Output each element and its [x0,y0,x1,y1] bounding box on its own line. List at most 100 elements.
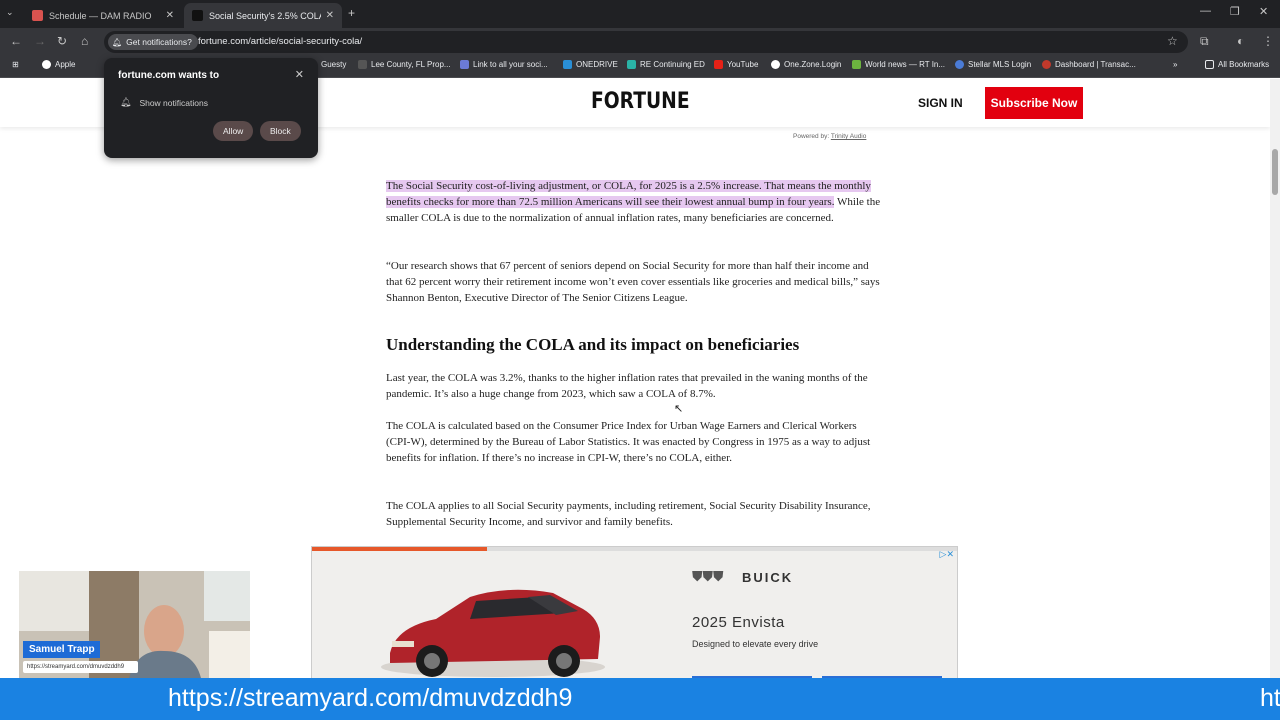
ad-brand: BUICK [742,570,794,585]
article-paragraph: Last year, the COLA was 3.2%, thanks to … [386,372,868,400]
banner-text-repeat: ht [1260,684,1280,712]
notification-chip-label: Get notifications? [126,37,192,47]
bookmark-apple[interactable]: Apple [42,60,75,69]
bookmark-youtube[interactable]: YouTube [714,60,758,69]
presenter-url-tag: https://streamyard.com/dmuvdzddh9 [23,661,138,673]
all-bookmarks[interactable]: All Bookmarks [1205,60,1269,69]
close-tab-icon[interactable]: ✕ [326,10,334,21]
dam-radio-favicon-icon [32,10,43,21]
rt-icon [852,60,861,69]
bookmark-re-continuing[interactable]: RE Continuing ED [627,60,705,69]
subscribe-button[interactable]: Subscribe Now [985,87,1083,119]
bookmark-label: One.Zone.Login [784,60,842,69]
allow-button[interactable]: Allow [213,121,254,141]
bookmark-label: Stellar MLS Login [968,60,1032,69]
permission-row: 🔔︎ Show notifications [120,97,208,108]
article-paragraph: The COLA is calculated based on the Cons… [386,420,871,464]
scrollbar-thumb[interactable] [1272,149,1278,195]
notification-permission-popup: fortune.com wants to ✕ 🔔︎ Show notificat… [104,58,318,158]
ad-tagline: Designed to elevate every drive [692,639,819,649]
red-car-image [381,589,605,677]
sign-in-link[interactable]: SIGN IN [918,96,963,110]
section-heading: Understanding the COLA and its impact on… [386,335,800,354]
bookmark-label: YouTube [727,60,759,69]
bookmark-link[interactable]: Link to all your soci... [460,60,548,69]
minimize-icon[interactable]: — [1200,5,1211,17]
ad-progress-bar [312,547,957,551]
powered-by-label: Powered by: [793,133,830,140]
bookmark-label: Apple [55,60,76,69]
back-icon[interactable]: ← [10,34,22,48]
article-paragraph: The Social Security cost-of-living adjus… [386,178,881,226]
bell-icon: 🔔︎ [120,97,132,107]
new-tab-button[interactable]: + [348,6,355,20]
buick-advertisement[interactable]: ▷✕ ⛊⛊⛊ BUICK 2025 Envista Designed to el… [311,546,958,679]
apple-icon [42,60,51,69]
bookmark-label: Link to all your soci... [473,60,548,69]
bookmark-stellar[interactable]: Stellar MLS Login [955,60,1031,69]
tab-title: Schedule — DAM RADIO [49,10,152,21]
banner-text: https://streamyard.com/dmuvdzddh9 [168,684,573,712]
link-icon [460,60,469,69]
tab-strip: ⌄ Schedule — DAM RADIO ✕ Social Security… [0,0,1280,28]
home-icon[interactable]: ⌂ [81,34,88,48]
browser-toolbar: ← → ↻ ⌂ 🔔︎ Get notifications? fortune.co… [0,28,1280,56]
profile-icon[interactable]: ◐ [1237,34,1244,48]
bookmark-star-icon[interactable]: ☆ [1167,34,1178,48]
stream-url-banner: https://streamyard.com/dmuvdzddh9 ht [0,678,1280,720]
bookmark-label: RE Continuing ED [640,60,705,69]
article-paragraph: The COLA applies to all Social Security … [386,500,871,528]
bookmark-label: Lee County, FL Prop... [371,60,451,69]
block-button[interactable]: Block [260,121,301,141]
fortune-logo[interactable]: FORTUNE [591,89,690,114]
apps-grid-icon[interactable]: ⊞ [12,60,19,69]
popup-title: fortune.com wants to [118,70,220,81]
tab-schedule[interactable]: Schedule — DAM RADIO ✕ [24,3,182,28]
highlighted-text: The Social Security cost-of-living adjus… [386,180,871,208]
close-tab-icon[interactable]: ✕ [166,10,174,21]
more-bookmarks-icon[interactable]: » [1173,60,1177,69]
bookmark-rt[interactable]: World news — RT In... [852,60,945,69]
onedrive-icon [563,60,572,69]
tab-title: Social Security's 2.5% COLA inc [209,10,321,21]
youtube-icon [714,60,723,69]
lee-county-icon [358,60,367,69]
onezone-icon [771,60,780,69]
bookmark-label: World news — RT In... [865,60,946,69]
bookmark-dashboard[interactable]: Dashboard | Transac... [1042,60,1136,69]
buick-logo-icon: ⛊⛊⛊ [692,568,724,584]
audio-powered-by: Powered by: Trinity Audio [793,133,866,140]
tab-search-icon[interactable]: ⌄ [6,7,14,18]
ad-close-icon[interactable]: ▷✕ [940,549,954,560]
forward-icon[interactable]: → [34,34,46,48]
bookmark-onedrive[interactable]: ONEDRIVE [563,60,618,69]
bookmark-label: Guesty [321,60,347,69]
mouse-cursor-icon: ↖ [674,403,684,415]
bookmark-label: Dashboard | Transac... [1055,60,1136,69]
folder-icon [1205,60,1214,69]
tab-social-security[interactable]: Social Security's 2.5% COLA inc ✕ [184,3,342,28]
url-text[interactable]: fortune.com/article/social-security-cola… [198,36,362,47]
notification-chip[interactable]: 🔔︎ Get notifications? [108,34,198,50]
ad-model: 2025 Envista [692,614,785,631]
close-window-icon[interactable]: ✕ [1259,5,1268,18]
menu-icon[interactable]: ⋮ [1262,34,1274,48]
bookmark-lee-county[interactable]: Lee County, FL Prop... [358,60,451,69]
bell-off-icon: 🔔︎ [112,37,123,47]
close-icon[interactable]: ✕ [295,68,304,81]
article-paragraph: “Our research shows that 67 percent of s… [386,260,880,304]
dashboard-icon [1042,60,1051,69]
extensions-icon[interactable]: ⧉ [1200,34,1209,49]
stellar-icon [955,60,964,69]
presenter-name-tag: Samuel Trapp [23,641,100,658]
re-continuing-icon [627,60,636,69]
page-scrollbar[interactable] [1270,79,1280,679]
restore-icon[interactable]: ❐ [1230,5,1240,18]
ad-progress-fill [312,547,487,551]
reload-icon[interactable]: ↻ [57,34,67,48]
all-bookmarks-label: All Bookmarks [1218,60,1270,69]
bookmark-onezone[interactable]: One.Zone.Login [771,60,841,69]
address-bar[interactable]: 🔔︎ Get notifications? fortune.com/articl… [104,31,1188,53]
trinity-audio-link[interactable]: Trinity Audio [831,133,867,140]
fortune-favicon-icon [192,10,203,21]
